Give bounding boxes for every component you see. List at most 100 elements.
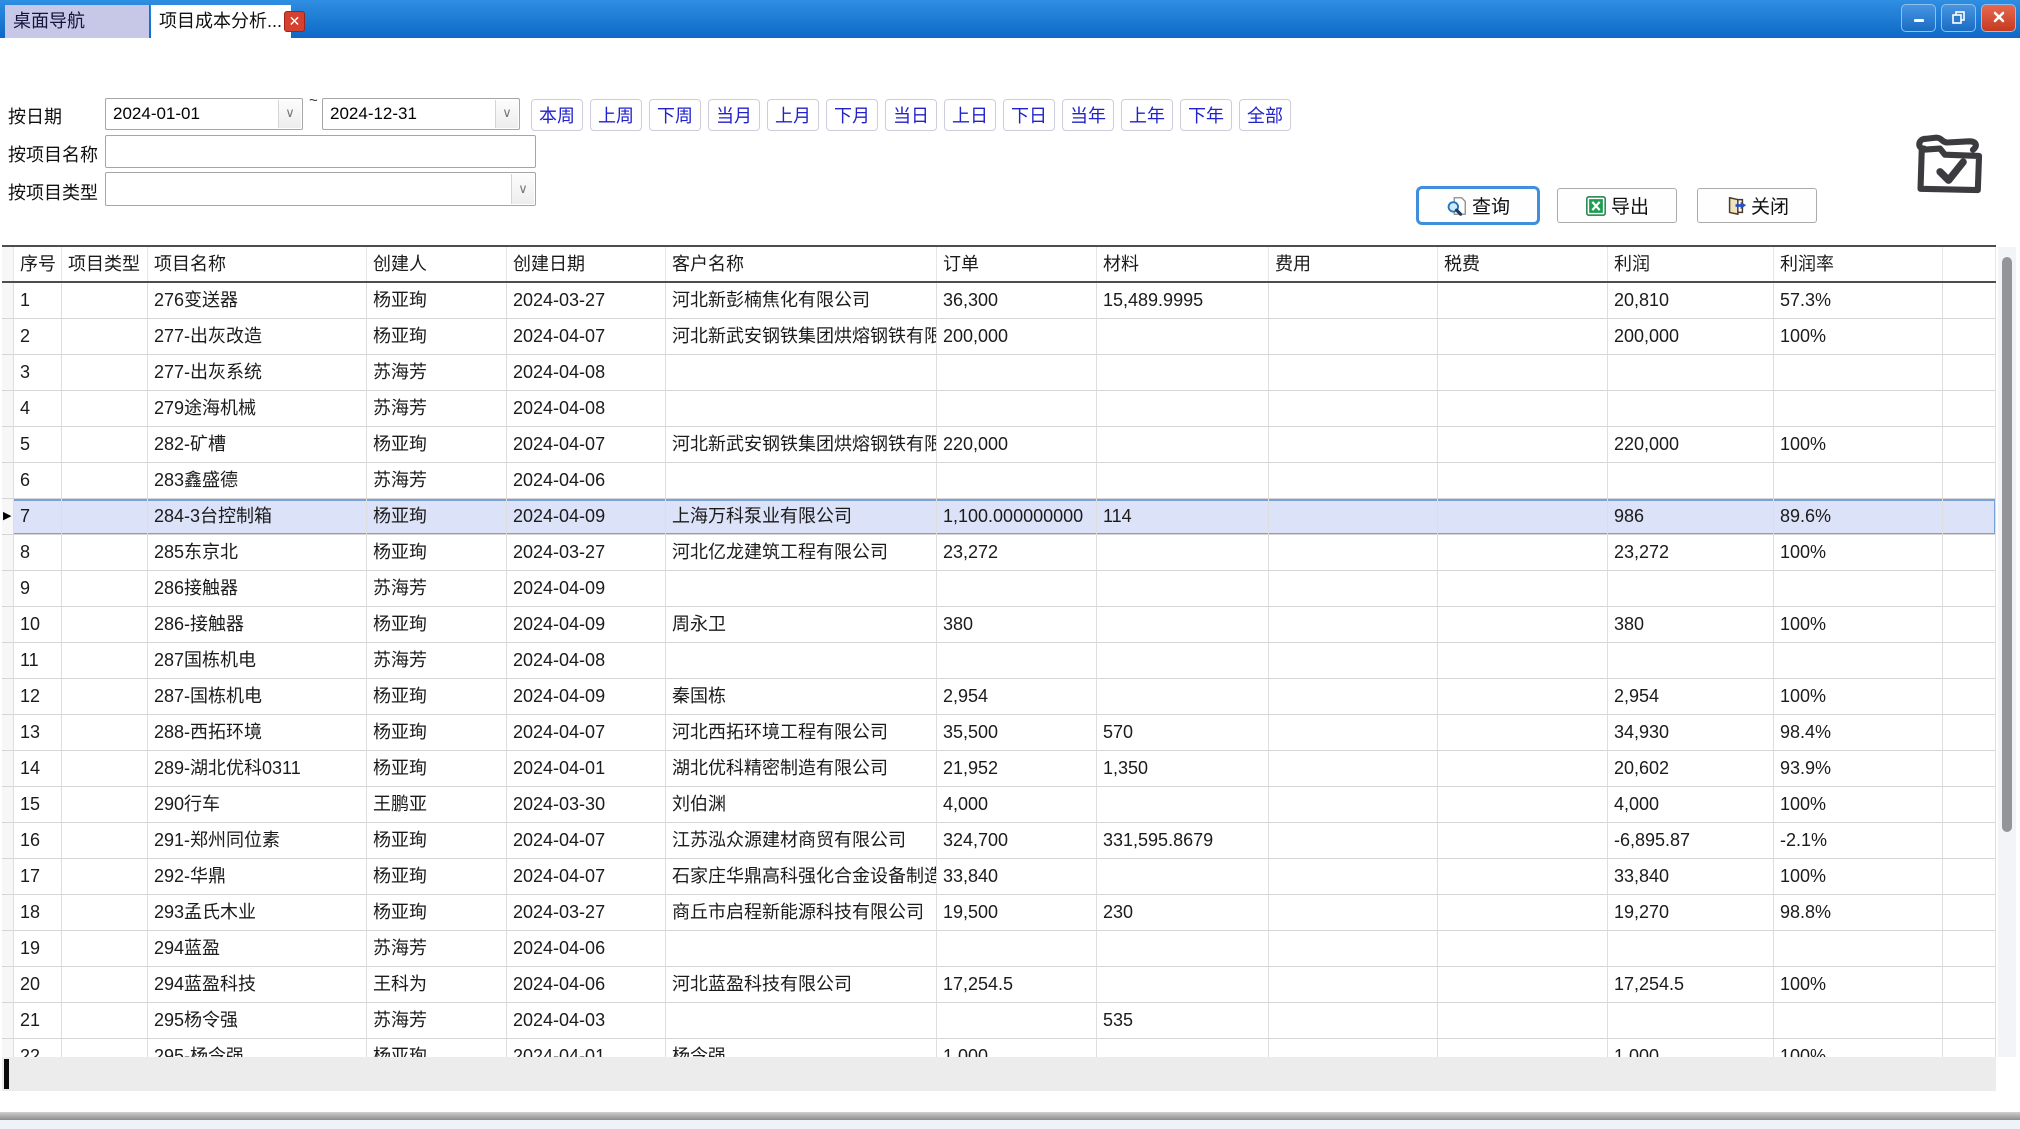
table-row[interactable]: 5282-矿槽杨亚珣2024-04-07河北新武安钢铁集团烘熔钢铁有限220,0…	[2, 427, 1996, 463]
table-row[interactable]: 4279途海机械苏海芳2024-04-08	[2, 391, 1996, 427]
column-header-tax[interactable]: 税费	[1438, 247, 1608, 281]
date-quick-link[interactable]: 当月	[708, 99, 760, 131]
column-header-type[interactable]: 项目类型	[62, 247, 148, 281]
project-name-field[interactable]	[105, 135, 536, 168]
horizontal-scrollbar[interactable]	[2, 1057, 1996, 1091]
date-quick-link[interactable]: 下年	[1180, 99, 1232, 131]
table-row[interactable]: ▶7284-3台控制箱杨亚珣2024-04-09上海万科泵业有限公司1,100.…	[2, 499, 1996, 535]
row-gutter	[2, 427, 14, 463]
column-header-name[interactable]: 项目名称	[148, 247, 367, 281]
table-row[interactable]: 6283鑫盛德苏海芳2024-04-06	[2, 463, 1996, 499]
date-from-input[interactable]	[106, 99, 302, 129]
vertical-scrollbar-thumb[interactable]	[2002, 257, 2012, 832]
table-row[interactable]: 21295杨令强苏海芳2024-04-03535	[2, 1003, 1996, 1039]
cell-filler	[1943, 931, 1996, 967]
cell-filler	[1943, 751, 1996, 787]
table-row[interactable]: 19294蓝盈苏海芳2024-04-06	[2, 931, 1996, 967]
cell-customer: 商丘市启程新能源科技有限公司	[666, 895, 937, 931]
exit-door-icon	[1725, 195, 1747, 217]
column-header-order[interactable]: 订单	[937, 247, 1097, 281]
date-quick-link[interactable]: 上年	[1121, 99, 1173, 131]
cell-order	[937, 391, 1097, 427]
date-quick-link[interactable]: 全部	[1239, 99, 1291, 131]
table-row[interactable]: 8285东京北杨亚珣2024-03-27河北亿龙建筑工程有限公司23,27223…	[2, 535, 1996, 571]
table-row[interactable]: 15290行车王鹏亚2024-03-30刘伯渊4,0004,000100%	[2, 787, 1996, 823]
cell-profit: 33,840	[1608, 859, 1774, 895]
table-row[interactable]: 2277-出灰改造杨亚珣2024-04-07河北新武安钢铁集团烘熔钢铁有限200…	[2, 319, 1996, 355]
project-name-input[interactable]	[106, 136, 535, 167]
table-row[interactable]: 9286接触器苏海芳2024-04-09	[2, 571, 1996, 607]
query-button[interactable]: 查询	[1418, 188, 1538, 223]
cell-filler	[1943, 283, 1996, 319]
table-row[interactable]: 14289-湖北优科0311杨亚珣2024-04-01湖北优科精密制造有限公司2…	[2, 751, 1996, 787]
restore-button[interactable]	[1941, 4, 1976, 32]
date-quick-link[interactable]: 上月	[767, 99, 819, 131]
horizontal-scroll-cursor[interactable]	[4, 1059, 9, 1089]
table-row[interactable]: 16291-郑州同位素杨亚珣2024-04-07江苏泓众源建材商贸有限公司324…	[2, 823, 1996, 859]
table-row[interactable]: 12287-国栋机电杨亚珣2024-04-09秦国栋2,9542,954100%	[2, 679, 1996, 715]
row-gutter	[2, 787, 14, 823]
close-window-button[interactable]	[1981, 4, 2016, 32]
table-row[interactable]: 1276变送器杨亚珣2024-03-27河北新彭楠焦化有限公司36,30015,…	[2, 283, 1996, 319]
date-quick-link[interactable]: 上日	[944, 99, 996, 131]
table-row[interactable]: 11287国栋机电苏海芳2024-04-08	[2, 643, 1996, 679]
minimize-button[interactable]	[1901, 4, 1936, 32]
column-header-date[interactable]: 创建日期	[507, 247, 666, 281]
project-type-combobox[interactable]: ∨	[105, 172, 536, 206]
chevron-down-icon[interactable]: ∨	[495, 100, 518, 128]
column-header-profit[interactable]: 利润	[1608, 247, 1774, 281]
cell-filler	[1943, 607, 1996, 643]
row-gutter	[2, 283, 14, 319]
cell-filler	[1943, 571, 1996, 607]
table-row[interactable]: 10286-接触器杨亚珣2024-04-09周永卫380380100%	[2, 607, 1996, 643]
export-button[interactable]: 导出	[1557, 188, 1677, 223]
row-gutter	[2, 535, 14, 571]
date-from-combobox[interactable]: ∨	[105, 98, 303, 130]
row-gutter	[2, 679, 14, 715]
date-quick-link[interactable]: 下周	[649, 99, 701, 131]
date-range-separator: ~	[309, 92, 318, 109]
close-button[interactable]: 关闭	[1697, 188, 1817, 223]
column-header-material[interactable]: 材料	[1097, 247, 1269, 281]
column-header-creator[interactable]: 创建人	[367, 247, 507, 281]
tab-close-icon[interactable]: ✕	[284, 11, 305, 32]
cell-date: 2024-04-01	[507, 1039, 666, 1057]
date-quick-link[interactable]: 本周	[531, 99, 583, 131]
cell-order: 324,700	[937, 823, 1097, 859]
date-quick-link[interactable]: 上周	[590, 99, 642, 131]
chevron-down-icon[interactable]: ∨	[278, 100, 301, 128]
table-row[interactable]: 18293孟氏木业杨亚珣2024-03-27商丘市启程新能源科技有限公司19,5…	[2, 895, 1996, 931]
cell-date: 2024-04-09	[507, 679, 666, 715]
cell-expense	[1269, 787, 1438, 823]
column-header-margin[interactable]: 利润率	[1774, 247, 1943, 281]
date-to-input[interactable]	[323, 99, 519, 129]
date-quick-link[interactable]: 当年	[1062, 99, 1114, 131]
table-row[interactable]: 17292-华鼎杨亚珣2024-04-07石家庄华鼎高科强化合金设备制造33,8…	[2, 859, 1996, 895]
date-to-combobox[interactable]: ∨	[322, 98, 520, 130]
project-type-input[interactable]	[106, 173, 535, 205]
column-header-seq[interactable]: 序号	[14, 247, 62, 281]
date-quick-link[interactable]: 当日	[885, 99, 937, 131]
tab-project-cost-analysis[interactable]: 项目成本分析... ✕	[151, 5, 291, 38]
tab-desktop-navigation[interactable]: 桌面导航	[5, 5, 150, 38]
cell-type	[62, 859, 148, 895]
cell-type	[62, 1039, 148, 1057]
cell-material	[1097, 643, 1269, 679]
cell-creator: 杨亚珣	[367, 1039, 507, 1057]
cell-type	[62, 535, 148, 571]
date-quick-link[interactable]: 下月	[826, 99, 878, 131]
table-row[interactable]: 3277-出灰系统苏海芳2024-04-08	[2, 355, 1996, 391]
table-row[interactable]: 13288-西拓环境杨亚珣2024-04-07河北西拓环境工程有限公司35,50…	[2, 715, 1996, 751]
chevron-down-icon[interactable]: ∨	[511, 174, 534, 204]
table-row[interactable]: 20294蓝盈科技王科为2024-04-06河北蓝盈科技有限公司17,254.5…	[2, 967, 1996, 1003]
column-header-customer[interactable]: 客户名称	[666, 247, 937, 281]
folder-check-icon[interactable]	[1912, 126, 1990, 198]
cell-customer: 石家庄华鼎高科强化合金设备制造	[666, 859, 937, 895]
cell-date: 2024-04-09	[507, 571, 666, 607]
date-quick-link[interactable]: 下日	[1003, 99, 1055, 131]
cell-profit: 17,254.5	[1608, 967, 1774, 1003]
table-row[interactable]: 22295-杨令强杨亚珣2024-04-01杨令强1,0001,000100%	[2, 1039, 1996, 1057]
vertical-scrollbar[interactable]	[1998, 247, 2016, 1057]
column-header-expense[interactable]: 费用	[1269, 247, 1438, 281]
cell-name: 288-西拓环境	[148, 715, 367, 751]
